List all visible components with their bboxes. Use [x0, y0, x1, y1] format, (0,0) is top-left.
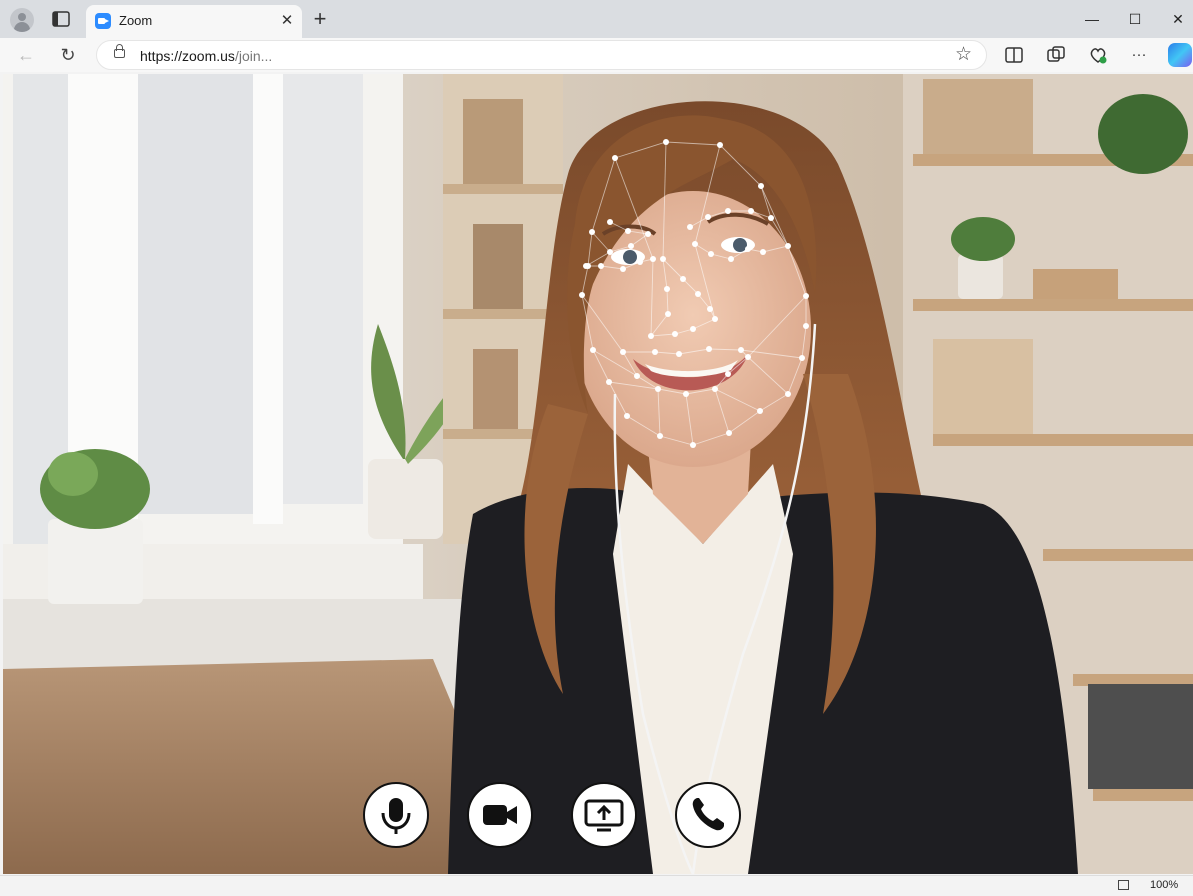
face-mesh-point: [579, 292, 585, 298]
face-mesh-point: [745, 246, 751, 252]
face-mesh-point: [748, 208, 754, 214]
share-screen-icon: [584, 799, 624, 832]
reload-button[interactable]: ↻: [57, 44, 79, 66]
face-mesh-point: [757, 408, 763, 414]
zoom-logo-icon: [95, 13, 111, 29]
face-mesh-point: [768, 215, 774, 221]
face-mesh-point: [637, 259, 643, 265]
face-mesh-point: [690, 442, 696, 448]
face-mesh-point: [589, 229, 595, 235]
face-mesh-point: [708, 251, 714, 257]
face-mesh-point: [634, 373, 640, 379]
profile-avatar-icon[interactable]: [10, 8, 34, 32]
face-mesh-point: [620, 266, 626, 272]
close-window-button[interactable]: ✕: [1164, 8, 1192, 30]
video-scene: [3, 74, 1193, 874]
tab-title: Zoom: [119, 13, 153, 28]
face-mesh-point: [738, 347, 744, 353]
face-mesh-point: [726, 430, 732, 436]
face-mesh-point: [712, 386, 718, 392]
favorite-star-icon[interactable]: ☆: [955, 44, 972, 66]
split-screen-icon[interactable]: [1003, 44, 1025, 66]
back-button[interactable]: ←: [15, 44, 37, 66]
face-mesh-point: [625, 228, 631, 234]
face-mesh-point: [706, 346, 712, 352]
face-mesh-point: [672, 331, 678, 337]
video-feed: [3, 74, 1193, 874]
minimize-button[interactable]: —: [1078, 8, 1106, 30]
face-mesh-point: [620, 349, 626, 355]
face-mesh-point: [650, 256, 656, 262]
maximize-button[interactable]: ☐: [1121, 8, 1149, 30]
microphone-button[interactable]: [363, 782, 429, 848]
url-text[interactable]: https://zoom.us/join...: [140, 48, 272, 64]
face-mesh-point: [660, 256, 666, 262]
copilot-icon[interactable]: [1168, 43, 1192, 67]
face-mesh-point: [695, 291, 701, 297]
face-mesh-point: [663, 139, 669, 145]
face-mesh-point: [606, 379, 612, 385]
face-mesh-point: [705, 214, 711, 220]
face-mesh-point: [707, 306, 713, 312]
face-mesh-point: [652, 349, 658, 355]
face-mesh-point: [760, 249, 766, 255]
face-mesh-point: [680, 276, 686, 282]
face-mesh-point: [590, 347, 596, 353]
face-mesh-point: [664, 286, 670, 292]
face-mesh-point: [676, 351, 682, 357]
collections-icon[interactable]: [1045, 44, 1067, 66]
face-mesh-point: [712, 316, 718, 322]
face-mesh-point: [607, 219, 613, 225]
face-mesh-point: [725, 208, 731, 214]
face-mesh-point: [745, 354, 751, 360]
face-mesh-point: [785, 243, 791, 249]
browser-essentials-icon[interactable]: [1087, 44, 1109, 66]
zoom-level[interactable]: 100%: [1150, 879, 1178, 891]
face-mesh-point: [728, 256, 734, 262]
more-options-icon[interactable]: ···: [1128, 44, 1150, 66]
face-mesh-point: [612, 155, 618, 161]
tab-actions-icon[interactable]: [52, 11, 70, 27]
face-mesh-point: [725, 371, 731, 377]
face-mesh-point: [583, 263, 589, 269]
camera-button[interactable]: [467, 782, 533, 848]
face-mesh-point: [717, 142, 723, 148]
face-mesh-point: [657, 433, 663, 439]
face-mesh-point: [758, 183, 764, 189]
face-mesh-point: [803, 293, 809, 299]
face-mesh-point: [687, 224, 693, 230]
face-mesh-point: [598, 263, 604, 269]
browser-toolbar: ← ↻ https://zoom.us/join... ☆ ···: [0, 38, 1193, 72]
screen-size-icon[interactable]: [1118, 880, 1129, 890]
face-mesh-point: [624, 413, 630, 419]
tab-close-icon[interactable]: ✕: [278, 12, 296, 30]
microphone-icon: [381, 798, 411, 834]
face-mesh-point: [799, 355, 805, 361]
browser-tab-bar: Zoom ✕ + — ☐ ✕: [0, 0, 1193, 38]
face-mesh-point: [692, 241, 698, 247]
call-controls: [0, 782, 1193, 852]
share-screen-button[interactable]: [571, 782, 637, 848]
new-tab-button[interactable]: +: [310, 8, 330, 30]
browser-status-bar: 100%: [0, 875, 1193, 896]
face-mesh-point: [645, 231, 651, 237]
face-mesh-point: [803, 323, 809, 329]
face-mesh-point: [655, 386, 661, 392]
leave-call-button[interactable]: [675, 782, 741, 848]
face-mesh-point: [690, 326, 696, 332]
lock-icon[interactable]: [114, 44, 125, 58]
tab-zoom[interactable]: Zoom ✕: [86, 5, 302, 38]
phone-icon: [692, 798, 724, 831]
address-bar[interactable]: https://zoom.us/join... ☆: [96, 40, 987, 70]
face-mesh-point: [648, 333, 654, 339]
face-mesh-point: [785, 391, 791, 397]
face-mesh-point: [665, 311, 671, 317]
face-mesh-point: [607, 249, 613, 255]
video-camera-icon: [483, 805, 517, 825]
face-mesh-point: [628, 243, 634, 249]
face-mesh-point: [683, 391, 689, 397]
